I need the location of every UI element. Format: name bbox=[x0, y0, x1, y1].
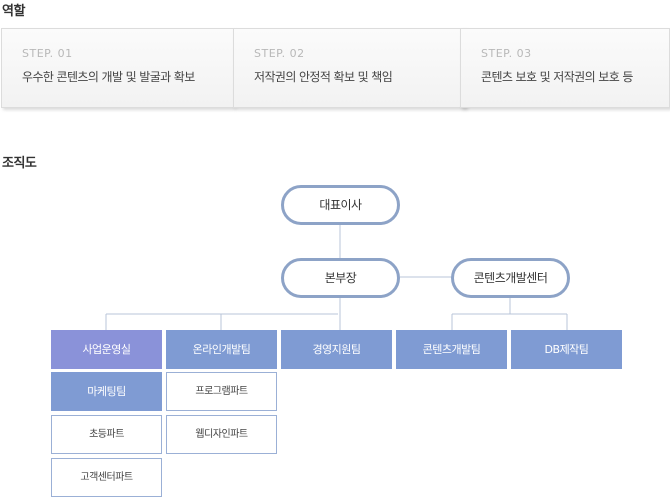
sub-elementary: 초등파트 bbox=[51, 415, 162, 454]
org-node-head: 본부장 bbox=[281, 258, 400, 298]
dept-business-operations: 사업운영실 bbox=[51, 330, 162, 369]
dept-db-production: DB제작팀 bbox=[511, 330, 622, 369]
sub-web-design: 웹디자인파트 bbox=[166, 415, 277, 454]
sub-marketing: 마케팅팀 bbox=[51, 372, 162, 411]
sub-program: 프로그램파트 bbox=[166, 372, 277, 411]
dept-management-support: 경영지원팀 bbox=[281, 330, 392, 369]
dept-online-development: 온라인개발팀 bbox=[166, 330, 277, 369]
org-node-content-center: 콘텐츠개발센터 bbox=[451, 258, 570, 298]
org-node-ceo: 대표이사 bbox=[281, 185, 400, 225]
sub-customer-center: 고객센터파트 bbox=[51, 458, 162, 497]
dept-content-development: 콘텐츠개발팀 bbox=[396, 330, 507, 369]
